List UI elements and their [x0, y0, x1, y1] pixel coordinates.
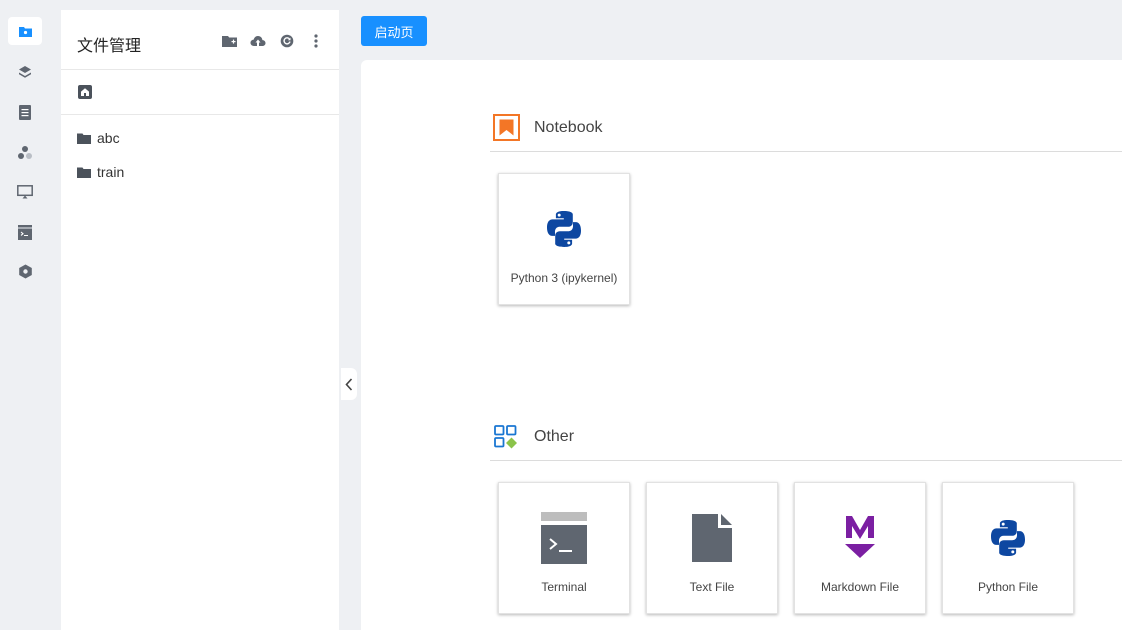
file-item-name: abc: [97, 130, 120, 146]
other-section-header: Other: [490, 413, 1122, 461]
chevron-left-icon: [345, 377, 353, 391]
launcher-card-markdown-file[interactable]: Markdown File: [794, 482, 926, 614]
launcher-card-terminal[interactable]: Terminal: [498, 482, 630, 614]
file-panel-actions: [220, 32, 325, 50]
folder-icon: [77, 167, 91, 178]
launcher-card-text-file[interactable]: Text File: [646, 482, 778, 614]
layers-icon: [19, 66, 31, 78]
launcher-card-python-file[interactable]: Python File: [942, 482, 1074, 614]
monitor-icon: [17, 185, 33, 199]
rail-terminal-button[interactable]: [8, 218, 42, 246]
tab-launcher[interactable]: 启动页: [361, 16, 427, 46]
file-manager-panel: 文件管理 abc train: [61, 10, 339, 630]
shapes-icon: [18, 145, 32, 159]
rail-display-button[interactable]: [8, 178, 42, 206]
activity-rail: [0, 0, 52, 630]
home-icon[interactable]: [78, 85, 92, 99]
launcher-card-label: Text File: [689, 580, 735, 594]
other-section-label: Other: [534, 427, 575, 445]
rail-document-button[interactable]: [8, 98, 42, 126]
folder-icon: [18, 26, 32, 37]
python-icon: [538, 200, 590, 258]
file-list: abc train: [61, 115, 339, 189]
new-folder-icon: [221, 36, 237, 47]
more-button[interactable]: [307, 32, 325, 50]
hexagon-icon: [18, 264, 32, 278]
folder-icon: [77, 133, 91, 144]
new-folder-button[interactable]: [220, 32, 238, 50]
more-icon: [314, 34, 318, 48]
other-icon: [492, 423, 520, 451]
refresh-icon: [280, 34, 294, 48]
text-file-icon: [686, 509, 738, 567]
upload-button[interactable]: [249, 32, 267, 50]
file-list-item[interactable]: abc: [61, 121, 339, 155]
markdown-icon: [834, 509, 886, 567]
rail-files-button[interactable]: [8, 17, 42, 45]
rail-settings-button[interactable]: [8, 257, 42, 285]
rail-extensions-button[interactable]: [8, 138, 42, 166]
collapse-panel-button[interactable]: [341, 368, 357, 400]
file-panel-header: 文件管理: [61, 10, 339, 70]
file-panel-title: 文件管理: [77, 38, 142, 55]
refresh-button[interactable]: [278, 32, 296, 50]
document-icon: [19, 104, 31, 120]
launcher-card-python3-notebook[interactable]: Python 3 (ipykernel): [498, 173, 630, 305]
upload-icon: [250, 35, 266, 46]
python-icon: [982, 509, 1034, 567]
launcher-card-label: Markdown File: [820, 580, 900, 594]
notebook-section-label: Notebook: [534, 118, 603, 136]
launcher-card-label: Python 3 (ipykernel): [510, 271, 618, 285]
notebook-icon: [492, 114, 520, 142]
file-item-name: train: [97, 164, 125, 180]
launcher-card-label: Python File: [977, 580, 1039, 594]
breadcrumb: [61, 70, 339, 115]
launcher-card-label: Terminal: [541, 580, 587, 594]
terminal-icon: [18, 224, 32, 240]
notebook-section-header: Notebook: [490, 104, 1122, 152]
terminal-icon: [538, 509, 590, 567]
rail-layers-button[interactable]: [8, 58, 42, 86]
launcher-main: Notebook Python 3 (ipykernel) Other Term…: [361, 60, 1122, 630]
file-list-item[interactable]: train: [61, 155, 339, 189]
